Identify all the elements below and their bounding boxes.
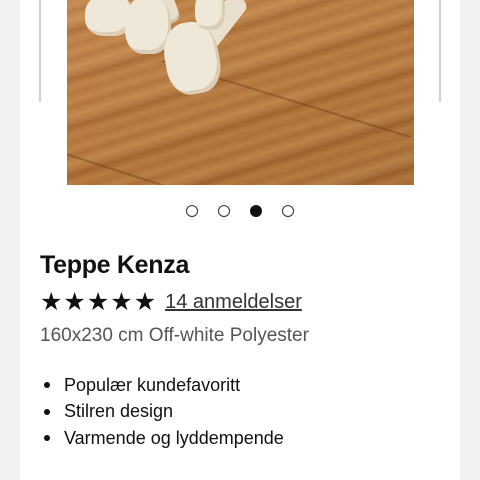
rating-stars: ★ ★ ★ ★ ★ bbox=[40, 288, 156, 316]
carousel-dot-4[interactable] bbox=[282, 205, 294, 217]
star-icon: ★ bbox=[63, 288, 86, 316]
product-card: Teppe Kenza ★ ★ ★ ★ ★ 14 anmeldelser 160… bbox=[20, 0, 460, 480]
feature-item: Varmende og lyddempende bbox=[40, 425, 284, 452]
star-icon: ★ bbox=[40, 288, 63, 316]
product-photo[interactable] bbox=[67, 0, 414, 185]
reviews-link[interactable]: 14 anmeldelser bbox=[165, 291, 302, 314]
feature-text: Stilren design bbox=[64, 401, 174, 422]
carousel-indicators bbox=[20, 205, 460, 221]
feature-list: Populær kundefavoritt Stilren design Var… bbox=[40, 372, 284, 452]
bullet-icon bbox=[44, 382, 50, 389]
rating-row: ★ ★ ★ ★ ★ 14 anmeldelser bbox=[40, 288, 302, 316]
feature-item: Populær kundefavoritt bbox=[40, 372, 284, 399]
rug-tassel bbox=[195, 0, 225, 30]
image-gallery[interactable] bbox=[20, 0, 460, 200]
gallery-right-edge bbox=[439, 0, 441, 102]
carousel-dot-2[interactable] bbox=[218, 205, 230, 217]
star-icon: ★ bbox=[86, 288, 110, 316]
feature-text: Populær kundefavoritt bbox=[64, 374, 241, 395]
carousel-dot-1[interactable] bbox=[186, 205, 198, 217]
bullet-icon bbox=[44, 435, 50, 442]
product-title: Teppe Kenza bbox=[40, 251, 190, 279]
star-icon: ★ bbox=[110, 288, 133, 316]
star-icon: ★ bbox=[133, 288, 157, 316]
bullet-icon bbox=[44, 408, 50, 415]
floor-plank-seam bbox=[67, 150, 248, 185]
feature-item: Stilren design bbox=[40, 399, 284, 426]
feature-text: Varmende og lyddempende bbox=[64, 427, 284, 448]
carousel-dot-3-active[interactable] bbox=[250, 205, 262, 217]
product-specs: 160x230 cm Off-white Polyester bbox=[40, 325, 309, 346]
gallery-left-edge bbox=[39, 0, 41, 102]
